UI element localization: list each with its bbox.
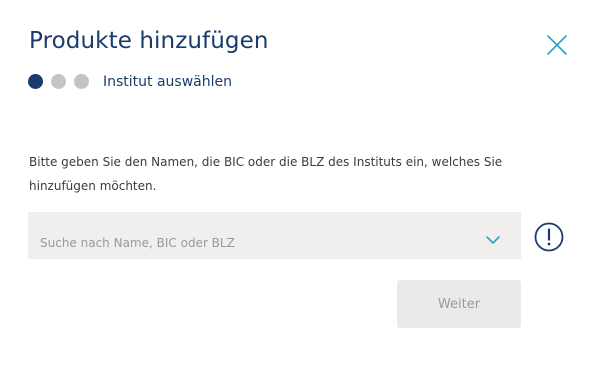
dialog-title: Produkte hinzufügen <box>29 28 269 54</box>
step-dot-3 <box>74 74 89 89</box>
step-dot-1 <box>28 74 43 89</box>
exclamation-circle-icon <box>534 222 564 252</box>
institution-search-input[interactable] <box>40 232 460 254</box>
add-products-dialog: Produkte hinzufügen Institut auswählen B… <box>0 0 593 365</box>
step-dot-2 <box>51 74 66 89</box>
instruction-text: Bitte geben Sie den Namen, die BIC oder … <box>29 155 503 193</box>
step-label: Institut auswählen <box>103 73 233 90</box>
info-button[interactable] <box>534 222 564 252</box>
step-indicator: Institut auswählen <box>28 73 232 90</box>
institution-search-field[interactable] <box>28 212 521 259</box>
next-button[interactable]: Weiter <box>397 280 521 328</box>
chevron-down-icon[interactable] <box>485 234 501 246</box>
close-button[interactable] <box>545 33 569 57</box>
close-icon <box>547 35 567 55</box>
